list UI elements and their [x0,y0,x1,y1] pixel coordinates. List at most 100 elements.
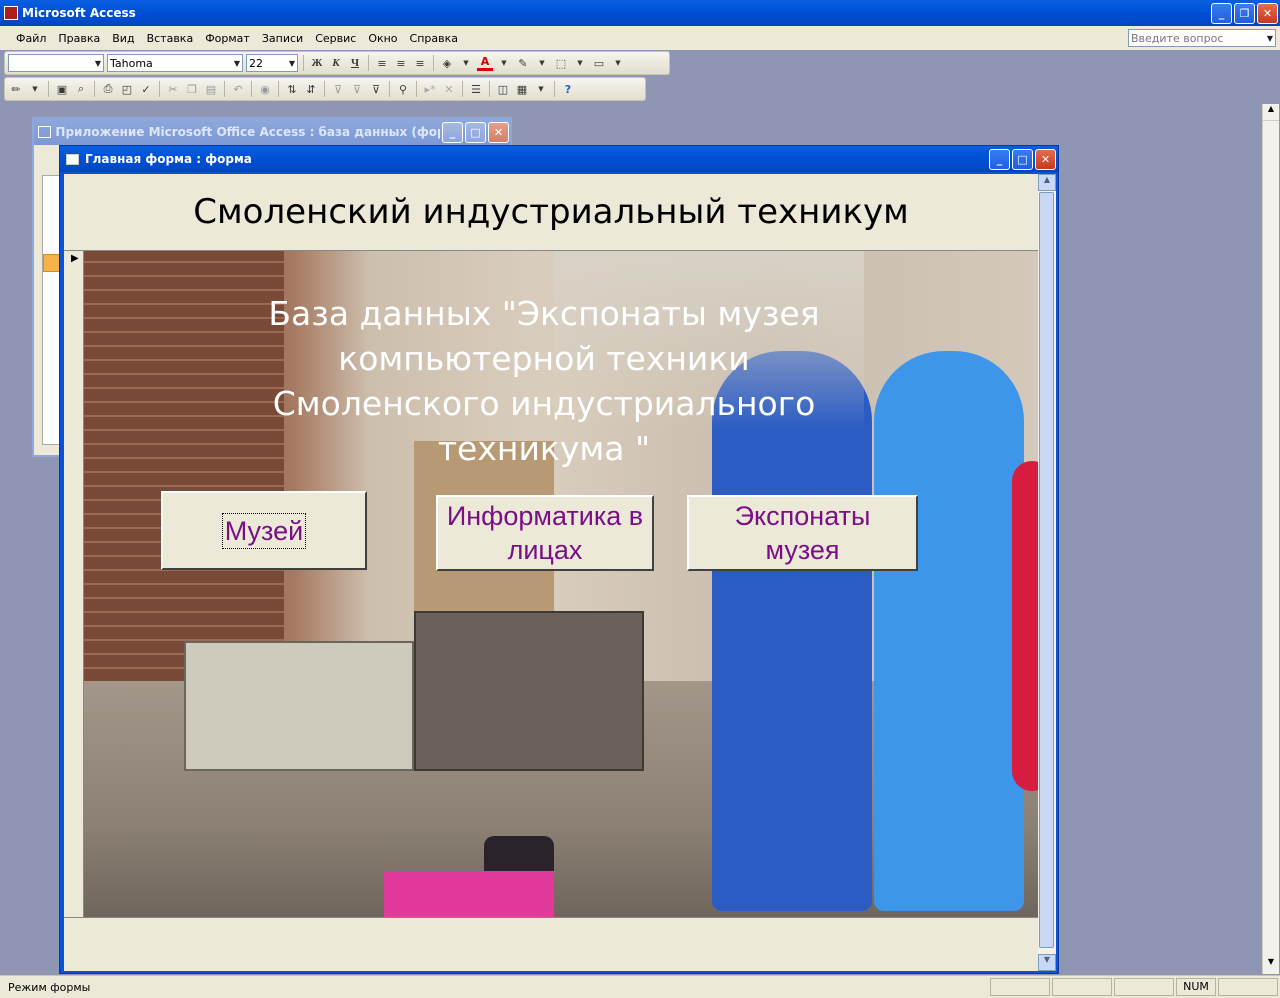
font-name-value: Tahoma [110,56,153,70]
informatics-in-faces-button[interactable]: Информатика в лицах [436,495,654,571]
close-button[interactable]: ✕ [1257,2,1278,24]
delete-record-icon[interactable]: ✕ [441,81,457,97]
menu-view[interactable]: Вид [106,32,140,45]
form-footer [64,917,1038,971]
red-figure-shape [1012,461,1038,791]
view-icon[interactable]: ✏ [8,81,24,97]
chevron-up-icon[interactable]: ▲ [1263,104,1279,121]
search-icon[interactable]: ⌕ [73,81,89,97]
chevron-down-icon[interactable]: ▼ [1263,957,1279,974]
database-icon [38,126,52,138]
apply-filter-icon[interactable]: ⊽ [368,81,384,97]
fill-color-icon[interactable]: ◈ [439,55,455,71]
minimize-button[interactable]: _ [989,148,1010,170]
save-icon[interactable]: ▣ [54,81,70,97]
toolbar-separator [94,81,95,97]
toolbar-separator [159,81,160,97]
paste-icon[interactable]: ▤ [203,81,219,97]
form-window-title-bar: Главная форма : форма _ □ ✕ [60,146,1058,172]
workspace-scrollbar[interactable]: ▲ ▼ [1262,104,1279,974]
font-size-combo[interactable]: 22 ▼ [246,54,298,72]
database-window-icon[interactable]: ◫ [495,81,511,97]
menu-tools[interactable]: Сервис [309,32,362,45]
spelling-icon[interactable]: ✓ [138,81,154,97]
chevron-down-icon[interactable]: ▼ [534,55,550,71]
record-selector[interactable]: ▶ [64,250,84,917]
align-left-icon[interactable]: ≡ [374,55,390,71]
sort-ascending-icon[interactable]: ⇅ [284,81,300,97]
align-right-icon[interactable]: ≡ [412,55,428,71]
maximize-button[interactable]: □ [1012,148,1033,170]
form-scrollbar[interactable]: ▲ ▼ [1038,174,1056,971]
chevron-down-icon[interactable]: ▼ [27,81,43,97]
undo-icon[interactable]: ↶ [230,81,246,97]
hyperlink-icon[interactable]: ◉ [257,81,273,97]
close-button[interactable]: ✕ [1035,148,1056,170]
toolbar-separator [224,81,225,97]
font-color-icon[interactable]: A [477,55,493,71]
menu-format[interactable]: Формат [199,32,256,45]
minimize-button[interactable]: _ [442,121,463,143]
minimize-button[interactable]: _ [1211,2,1232,24]
menu-help[interactable]: Справка [404,32,464,45]
database-heading: База данных "Экспонаты музея компьютерно… [268,294,820,468]
object-combo[interactable]: ▼ [8,54,104,72]
help-question-input[interactable]: Введите вопрос ▼ [1128,29,1276,47]
maximize-button[interactable]: □ [465,121,486,143]
menu-edit[interactable]: Правка [52,32,106,45]
copy-icon[interactable]: ❐ [184,81,200,97]
exhibits-button-label: Экспонаты музея [734,501,871,565]
cut-icon[interactable]: ✂ [165,81,181,97]
app-title-bar: Microsoft Access _ ❐ ✕ [0,0,1280,26]
print-preview-icon[interactable]: ◰ [119,81,135,97]
museum-exhibits-button[interactable]: Экспонаты музея [687,495,918,571]
chevron-down-icon[interactable]: ▼ [533,81,549,97]
print-icon[interactable]: ⎙ [100,81,116,97]
border-style-icon[interactable]: ⬚ [553,55,569,71]
formatting-toolbar: ▼ Tahoma ▼ 22 ▼ Ж К Ч ≡ ≡ ≡ ◈ ▼ A ▼ ✎ ▼ ⬚ … [4,51,670,75]
new-record-icon[interactable]: ▸* [422,81,438,97]
italic-button[interactable]: К [328,55,344,71]
chevron-up-icon[interactable]: ▲ [1038,174,1056,191]
toolbar-separator [324,81,325,97]
chevron-down-icon[interactable]: ▼ [458,55,474,71]
toolbar-separator [433,55,434,71]
chevron-down-icon[interactable]: ▼ [1267,34,1273,43]
chevron-down-icon[interactable]: ▼ [610,55,626,71]
old-computer-shape [184,641,414,771]
filter-by-selection-icon[interactable]: ⊽ [330,81,346,97]
menu-insert[interactable]: Вставка [141,32,200,45]
chevron-down-icon[interactable]: ▼ [496,55,512,71]
sort-descending-icon[interactable]: ⇵ [303,81,319,97]
help-icon[interactable]: ? [560,81,576,97]
chevron-down-icon[interactable]: ▼ [1038,954,1056,971]
toolbar-separator [48,81,49,97]
menu-window[interactable]: Окно [362,32,403,45]
filter-by-form-icon[interactable]: ⊽ [349,81,365,97]
museum-button[interactable]: Музей [161,491,367,570]
line-color-icon[interactable]: ✎ [515,55,531,71]
align-center-icon[interactable]: ≡ [393,55,409,71]
special-effect-icon[interactable]: ▭ [591,55,607,71]
restore-button[interactable]: ❐ [1234,2,1255,24]
toolbar-separator [462,81,463,97]
chevron-down-icon[interactable]: ▼ [572,55,588,71]
standard-toolbar: ✏ ▼ ▣ ⌕ ⎙ ◰ ✓ ✂ ❐ ▤ ↶ ◉ ⇅ ⇵ ⊽ ⊽ ⊽ ⚲ ▸* ✕… [4,77,646,101]
status-bar: Режим формы NUM [0,975,1280,998]
bold-button[interactable]: Ж [309,55,325,71]
menu-file[interactable]: Файл [10,32,52,45]
font-name-combo[interactable]: Tahoma ▼ [107,54,243,72]
toolbar-separator [489,81,490,97]
underline-button[interactable]: Ч [347,55,363,71]
form-window-title: Главная форма : форма [85,152,252,166]
menu-bar: Файл Правка Вид Вставка Формат Записи Се… [0,26,1280,50]
close-button[interactable]: ✕ [488,121,509,143]
current-record-arrow-icon: ▶ [71,253,79,264]
new-object-icon[interactable]: ▦ [514,81,530,97]
scrollbar-thumb[interactable] [1039,192,1054,948]
app-title: Microsoft Access [22,6,136,20]
find-icon[interactable]: ⚲ [395,81,411,97]
status-panel [1052,978,1112,996]
properties-icon[interactable]: ☰ [468,81,484,97]
menu-records[interactable]: Записи [256,32,309,45]
